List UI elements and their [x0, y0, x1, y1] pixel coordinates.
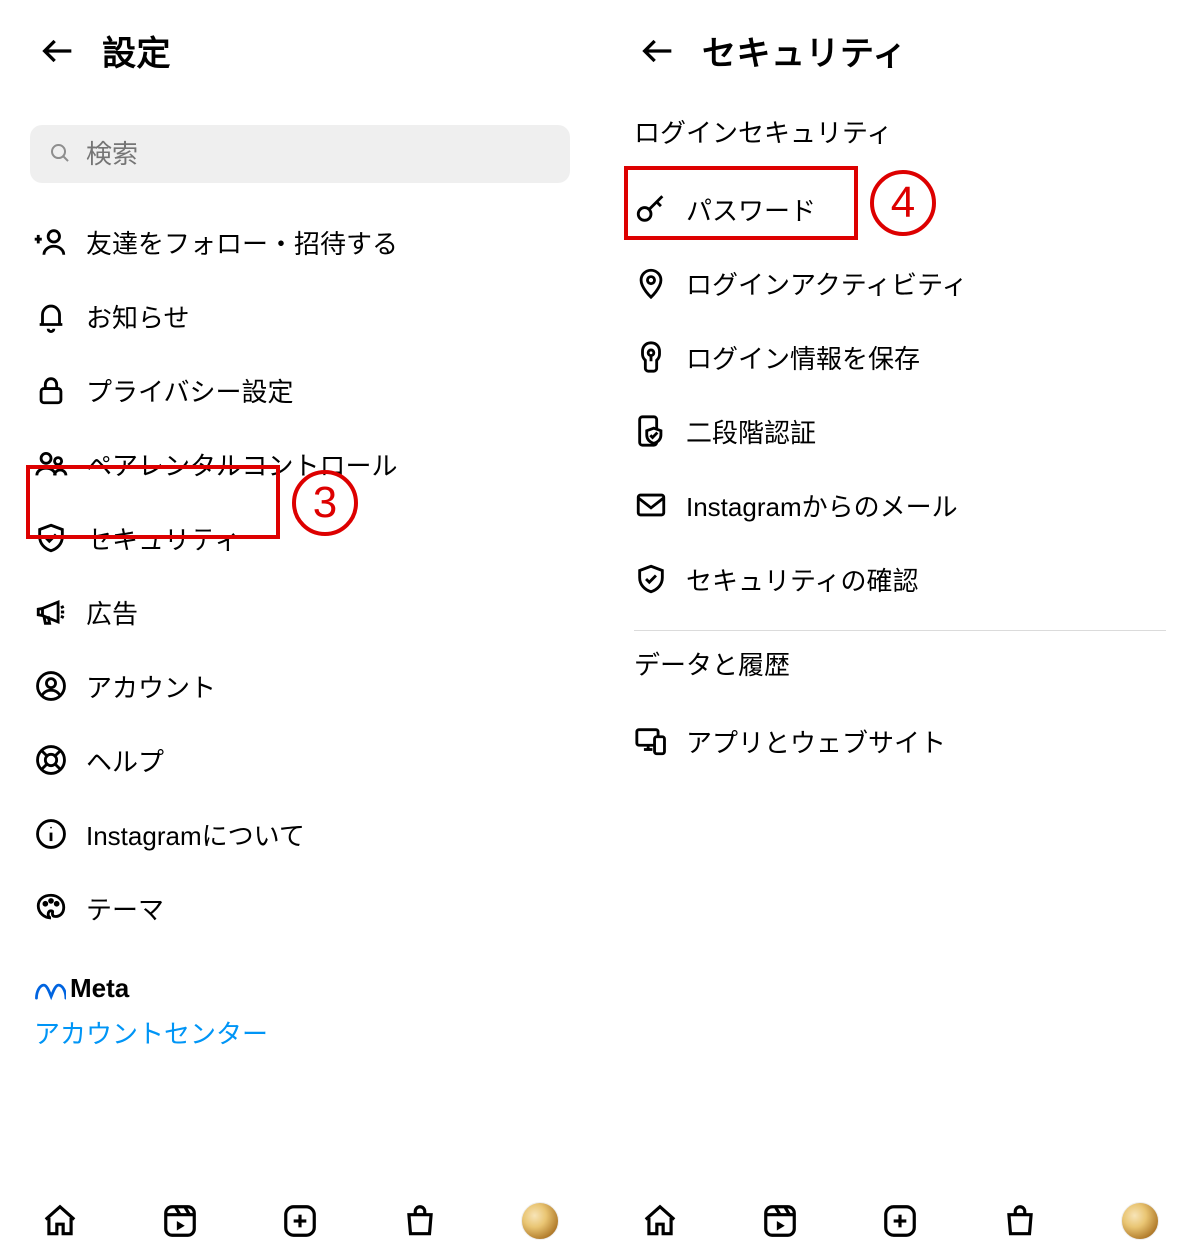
tabbar-left [0, 1184, 600, 1258]
security-item-login-activity[interactable]: ログインアクティビティ [600, 246, 1200, 320]
security-panel: セキュリティ ログインセキュリティ パスワード ログインアクティビティ ログ [600, 0, 1200, 1258]
home-icon[interactable] [41, 1202, 79, 1240]
back-arrow-icon[interactable] [38, 31, 78, 71]
settings-item-about[interactable]: Instagramについて [0, 797, 600, 871]
reels-icon[interactable] [161, 1202, 199, 1240]
accounts-center-link[interactable]: アカウントセンター [0, 1004, 600, 1051]
settings-header: 設定 [0, 0, 600, 85]
shop-icon[interactable] [1001, 1202, 1039, 1240]
location-pin-icon [634, 266, 668, 300]
security-item-label: アプリとウェブサイト [686, 723, 946, 760]
settings-item-label: プライバシー設定 [86, 372, 293, 409]
settings-item-follow-invite[interactable]: 友達をフォロー・招待する [0, 205, 600, 279]
settings-item-label: お知らせ [86, 298, 189, 335]
settings-item-label: 友達をフォロー・招待する [86, 224, 398, 261]
security-item-checkup[interactable]: セキュリティの確認 [600, 542, 1200, 616]
security-item-label: ログイン情報を保存 [686, 339, 920, 376]
security-header: セキュリティ [600, 0, 1200, 85]
settings-list: 友達をフォロー・招待する お知らせ プライバシー設定 ペアレンタルコントロール [0, 197, 600, 945]
settings-title: 設定 [102, 26, 171, 75]
security-item-apps-websites[interactable]: アプリとウェブサイト [600, 704, 1200, 778]
search-icon [48, 141, 72, 167]
settings-item-privacy[interactable]: プライバシー設定 [0, 353, 600, 427]
section-data-history: データと履歴 [600, 645, 1200, 682]
palette-icon [34, 891, 68, 925]
settings-item-label: Instagramについて [86, 816, 305, 853]
search-field[interactable] [30, 125, 570, 183]
new-post-icon[interactable] [281, 1202, 319, 1240]
annotation-number-4: 4 [870, 170, 936, 236]
security-item-emails[interactable]: Instagramからのメール [600, 468, 1200, 542]
devices-icon [634, 724, 668, 758]
lock-icon [34, 373, 68, 407]
annotation-number-3: 3 [292, 470, 358, 536]
meta-brand-text: Meta [70, 973, 129, 1004]
profile-avatar[interactable] [521, 1202, 559, 1240]
home-icon[interactable] [641, 1202, 679, 1240]
settings-item-account[interactable]: アカウント [0, 649, 600, 723]
settings-item-label: アカウント [86, 668, 216, 705]
lifebuoy-icon [34, 743, 68, 777]
settings-panel: 設定 友達をフォロー・招待する お知らせ [0, 0, 600, 1258]
security-item-label: セキュリティの確認 [686, 561, 918, 598]
settings-item-ads[interactable]: 広告 [0, 575, 600, 649]
bottom-nav-bars [0, 1184, 1200, 1258]
shield-check-icon [634, 562, 668, 596]
section-login-security: ログインセキュリティ [600, 113, 1200, 150]
security-item-save-login[interactable]: ログイン情報を保存 [600, 320, 1200, 394]
annotation-highlight-3 [26, 465, 280, 539]
phone-shield-icon [634, 414, 668, 448]
add-person-icon [34, 225, 68, 259]
settings-item-theme[interactable]: テーマ [0, 871, 600, 945]
security-title: セキュリティ [702, 26, 907, 75]
settings-item-label: 広告 [86, 594, 138, 631]
annotation-highlight-4 [624, 166, 858, 240]
meta-logo-icon [34, 979, 66, 999]
tabbar-right [600, 1184, 1200, 1258]
security-item-label: 二段階認証 [686, 413, 816, 450]
security-item-2fa[interactable]: 二段階認証 [600, 394, 1200, 468]
data-history-list: アプリとウェブサイト [600, 696, 1200, 778]
info-circle-icon [34, 817, 68, 851]
user-circle-icon [34, 669, 68, 703]
settings-item-help[interactable]: ヘルプ [0, 723, 600, 797]
shop-icon[interactable] [401, 1202, 439, 1240]
settings-item-label: ヘルプ [86, 742, 164, 779]
search-input[interactable] [86, 139, 552, 170]
settings-item-notifications[interactable]: お知らせ [0, 279, 600, 353]
settings-item-label: テーマ [86, 890, 164, 927]
new-post-icon[interactable] [881, 1202, 919, 1240]
section-divider [634, 630, 1166, 631]
bell-icon [34, 299, 68, 333]
security-item-label: ログインアクティビティ [686, 265, 968, 302]
security-item-label: Instagramからのメール [686, 487, 958, 524]
megaphone-icon [34, 595, 68, 629]
meta-brand-row: Meta [0, 973, 600, 1004]
reels-icon[interactable] [761, 1202, 799, 1240]
profile-avatar[interactable] [1121, 1202, 1159, 1240]
back-arrow-icon[interactable] [638, 31, 678, 71]
mail-icon [634, 488, 668, 522]
keyhole-icon [634, 340, 668, 374]
